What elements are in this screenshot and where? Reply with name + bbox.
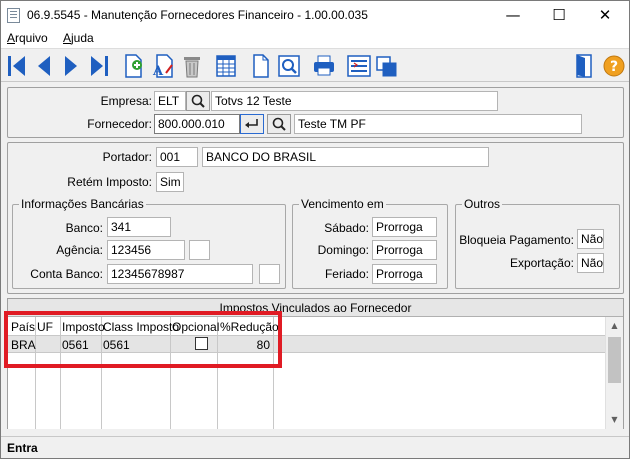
toolbar: A ? bbox=[1, 48, 629, 82]
menu-arquivo-accel: A bbox=[7, 31, 16, 45]
exit-door-icon[interactable] bbox=[574, 53, 596, 79]
bloqueia-pagamento-field[interactable]: Não bbox=[577, 229, 604, 249]
fornecedor-enter-button[interactable] bbox=[240, 114, 264, 134]
status-bar: Entra bbox=[1, 436, 629, 458]
next-record-icon[interactable] bbox=[61, 53, 81, 79]
export-list-icon[interactable] bbox=[346, 53, 372, 79]
agencia-label: Agência: bbox=[56, 243, 103, 257]
sabado-field[interactable]: Prorroga bbox=[372, 217, 437, 237]
vencimento-title: Vencimento em bbox=[299, 197, 386, 211]
conta-dv-field[interactable] bbox=[259, 264, 280, 284]
agencia-dv-field[interactable] bbox=[189, 240, 210, 260]
header-panel: Empresa: ELT Totvs 12 Teste Fornecedor: … bbox=[7, 87, 624, 138]
portador-code-field[interactable]: 001 bbox=[156, 147, 198, 167]
banco-label: Banco: bbox=[65, 221, 103, 235]
banco-field[interactable]: 341 bbox=[107, 217, 171, 237]
conta-banco-field[interactable]: 12345678987 bbox=[107, 264, 253, 284]
fornecedor-search-button[interactable] bbox=[267, 114, 291, 134]
preview-screen-icon[interactable] bbox=[277, 53, 301, 79]
domingo-label: Domingo: bbox=[317, 243, 369, 257]
sabado-label: Sábado: bbox=[324, 221, 369, 235]
fornecedor-code-field[interactable]: 800.000.010 bbox=[154, 114, 240, 134]
last-record-icon[interactable] bbox=[88, 53, 110, 79]
conta-banco-label: Conta Banco: bbox=[30, 267, 103, 281]
details-panel: Portador: 001 BANCO DO BRASIL Retém Impo… bbox=[7, 142, 624, 294]
menu-bar: Arquivo Ajuda bbox=[1, 30, 629, 48]
window-title: 06.9.5545 - Manutenção Fornecedores Fina… bbox=[27, 8, 368, 22]
retem-imposto-field[interactable]: Sim bbox=[156, 172, 184, 192]
empresa-search-button[interactable] bbox=[186, 91, 210, 111]
grid-view-icon[interactable] bbox=[215, 53, 237, 79]
app-document-icon bbox=[7, 8, 20, 23]
fornecedor-label: Fornecedor: bbox=[87, 117, 152, 131]
status-text: Entra bbox=[7, 441, 38, 455]
svg-text:?: ? bbox=[610, 59, 618, 75]
empresa-code-field[interactable]: ELT bbox=[154, 91, 186, 111]
exportacao-label: Exportação: bbox=[509, 256, 574, 270]
menu-ajuda[interactable]: Ajuda bbox=[63, 31, 94, 45]
outros-group: Outros Bloqueia Pagamento: Não Exportaçã… bbox=[455, 197, 620, 289]
feriado-field[interactable]: Prorroga bbox=[372, 264, 437, 284]
insert-record-icon[interactable] bbox=[122, 53, 146, 79]
highlight-box bbox=[4, 311, 282, 368]
outros-title: Outros bbox=[462, 197, 503, 211]
first-record-icon[interactable] bbox=[6, 53, 28, 79]
delete-trash-icon[interactable] bbox=[181, 53, 203, 79]
agencia-field[interactable]: 123456 bbox=[107, 240, 185, 260]
minimize-button[interactable]: — bbox=[490, 1, 536, 30]
scroll-down-icon[interactable]: ▼ bbox=[606, 411, 623, 428]
empresa-label: Empresa: bbox=[100, 94, 152, 108]
app-window: 06.9.5545 - Manutenção Fornecedores Fina… bbox=[0, 0, 630, 459]
close-button[interactable]: ✕ bbox=[582, 1, 628, 30]
feriado-label: Feriado: bbox=[324, 267, 369, 281]
print-icon[interactable] bbox=[312, 53, 336, 79]
help-icon[interactable]: ? bbox=[602, 53, 626, 79]
scroll-up-icon[interactable]: ▲ bbox=[606, 317, 623, 334]
menu-arquivo-label: rquivo bbox=[15, 31, 48, 45]
magnifier-icon bbox=[191, 94, 205, 108]
enter-arrow-icon bbox=[245, 119, 258, 128]
svg-text:A: A bbox=[152, 64, 164, 79]
fornecedor-name-field: Teste TM PF bbox=[294, 114, 582, 134]
grid-vertical-scrollbar[interactable]: ▲ ▼ bbox=[605, 317, 623, 429]
maximize-button[interactable]: ☐ bbox=[536, 1, 582, 30]
title-bar: 06.9.5545 - Manutenção Fornecedores Fina… bbox=[1, 1, 629, 30]
domingo-field[interactable]: Prorroga bbox=[372, 240, 437, 260]
exportacao-field[interactable]: Não bbox=[577, 253, 604, 273]
empresa-name-field: Totvs 12 Teste bbox=[211, 91, 498, 111]
portador-name-field: BANCO DO BRASIL bbox=[202, 147, 489, 167]
informacoes-bancarias-group: Informações Bancárias Banco: 341 Agência… bbox=[12, 197, 286, 289]
retem-imposto-label: Retém Imposto: bbox=[67, 175, 152, 189]
menu-arquivo[interactable]: Arquivo bbox=[7, 31, 48, 45]
bloqueia-pagamento-label: Bloqueia Pagamento: bbox=[459, 233, 574, 247]
portador-label: Portador: bbox=[102, 150, 152, 164]
menu-ajuda-accel: A bbox=[63, 31, 72, 45]
scroll-thumb[interactable] bbox=[608, 337, 621, 383]
informacoes-bancarias-title: Informações Bancárias bbox=[19, 197, 146, 211]
vencimento-group: Vencimento em Sábado: Prorroga Domingo: … bbox=[292, 197, 448, 289]
magnifier-icon bbox=[272, 117, 286, 131]
copy-windows-icon[interactable] bbox=[375, 53, 399, 79]
edit-record-icon[interactable]: A bbox=[151, 53, 175, 79]
new-document-icon[interactable] bbox=[250, 53, 272, 79]
menu-ajuda-label: juda bbox=[71, 31, 94, 45]
previous-record-icon[interactable] bbox=[34, 53, 54, 79]
